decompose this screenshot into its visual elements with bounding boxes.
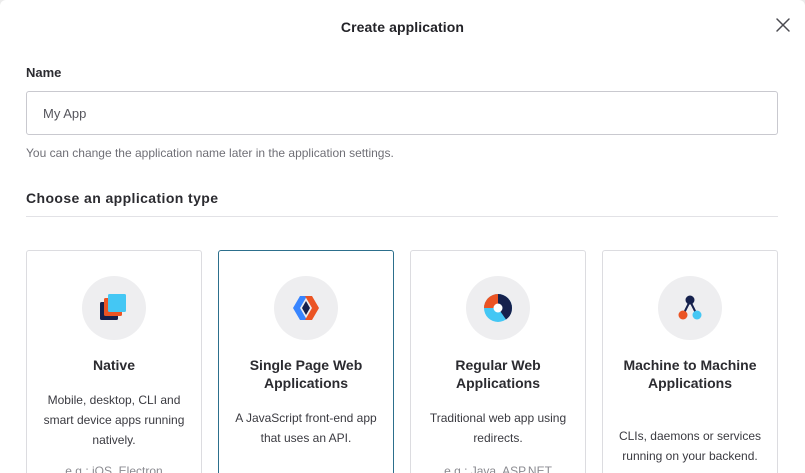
regular-web-app-icon [484, 294, 512, 322]
card-icon-circle [658, 276, 722, 340]
card-example: e.g.: Java, ASP.NET [444, 464, 552, 473]
spa-icon [293, 296, 319, 320]
card-icon-circle [82, 276, 146, 340]
name-input[interactable] [26, 91, 778, 135]
card-description: Mobile, desktop, CLI and smart device ap… [43, 393, 185, 447]
card-title: Regular Web Applications [455, 357, 541, 391]
app-type-card-regular-web[interactable]: Regular Web Applications Traditional web… [410, 250, 586, 473]
app-type-card-m2m[interactable]: Machine to Machine Applications CLIs, da… [602, 250, 778, 473]
app-type-card-spa[interactable]: Single Page Web Applications A JavaScrip… [218, 250, 394, 473]
machine-to-machine-icon [678, 295, 702, 320]
app-type-heading: Choose an application type [26, 190, 219, 206]
card-example: e.g.: iOS, Electron [65, 464, 163, 473]
name-hint: You can change the application name late… [26, 146, 394, 160]
close-button[interactable] [773, 15, 793, 35]
card-title: Machine to Machine Applications [623, 357, 757, 391]
card-description: A JavaScript front-end app that uses an … [235, 411, 377, 445]
card-description: Traditional web app using redirects. [429, 411, 567, 445]
card-title: Native [92, 357, 136, 373]
native-app-icon [100, 294, 126, 320]
card-description: CLIs, daemons or services running on you… [618, 429, 762, 463]
card-title: Single Page Web Applications [249, 357, 363, 391]
card-icon-circle [466, 276, 530, 340]
dialog-title: Create application [340, 19, 465, 35]
app-type-card-native[interactable]: Native Mobile, desktop, CLI and smart de… [26, 250, 202, 473]
section-divider [26, 216, 778, 217]
name-label: Name [26, 65, 62, 80]
create-application-dialog: Create application Name You can change t… [0, 0, 805, 473]
close-icon [776, 18, 790, 32]
card-icon-circle [274, 276, 338, 340]
